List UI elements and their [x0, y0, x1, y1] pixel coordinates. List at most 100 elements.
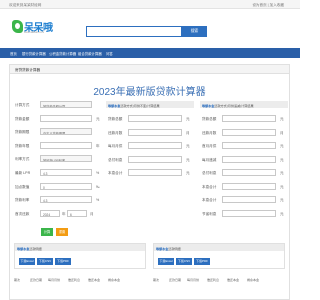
form-input[interactable]: 4.3	[40, 169, 92, 176]
form-label: 首次还款	[15, 212, 30, 216]
result-value-field	[222, 182, 276, 190]
result-unit: 元	[186, 157, 190, 162]
result-unit: 元	[280, 157, 284, 162]
form-unit: 年	[96, 144, 100, 148]
form-label: 计算方式	[15, 103, 30, 107]
download-tab[interactable]: 下载PDF	[55, 258, 71, 265]
logo-icon	[12, 20, 23, 33]
download-tab[interactable]: 下载CSV	[176, 258, 192, 265]
result-row: 还款月数 月	[202, 128, 286, 137]
form-label: 最新 LPR	[15, 171, 31, 175]
result-value-field	[128, 115, 182, 122]
first-payment-month-field[interactable]: 6	[67, 210, 87, 217]
table-header-cell: 期次	[153, 278, 160, 282]
nav-item-qa[interactable]: 问答	[106, 51, 113, 56]
site-logo[interactable]: 呆呆哦 www.daidaio.com	[12, 18, 60, 40]
nav-item-fund-loan[interactable]: 公积金贷款计算器	[49, 51, 76, 56]
panel-title: 房贷贷款计算器	[10, 65, 289, 74]
form-label: 加点数值	[15, 185, 30, 189]
form-select[interactable]: 自定义贷款期限	[40, 128, 92, 135]
form-input[interactable]	[40, 115, 92, 122]
form-unit: 元	[96, 117, 100, 121]
main-nav: 首页 银行贷款计算器 公积金贷款计算器 组合贷款计算器 问答	[0, 48, 300, 58]
form-input[interactable]: 0	[40, 183, 92, 190]
result-label: 还款月数	[202, 130, 217, 135]
download-tab[interactable]: 下载Excel	[158, 258, 174, 265]
equal-installment-result: 等额本息还款方式(月供不变)计算结果 贷款总额元还款月数月每月月供元总付利息元本息…	[106, 101, 194, 213]
month-unit: 月	[90, 212, 94, 216]
result-row: 本息合计 元	[202, 182, 286, 191]
schedule-header: 等额本息还款明细	[15, 244, 145, 251]
form-input[interactable]	[40, 142, 92, 149]
download-tab[interactable]: 下载PDF	[194, 258, 210, 265]
result-value-field	[128, 128, 182, 136]
equal-principal-result: 等额本金还款方式(月供递减)计算结果 贷款总额元还款月数月首月月供元每月递减元总付…	[200, 101, 288, 217]
result-value-field	[222, 169, 276, 176]
top-links[interactable]: 设为首页 | 加入收藏	[252, 3, 284, 8]
download-tab[interactable]: 下载CSV	[37, 258, 53, 265]
result-unit: 元	[280, 144, 284, 148]
table-header-cell: 还款日期	[30, 278, 43, 282]
table-header-cell: 偿还利息	[68, 278, 81, 282]
form-label: 贷款金额	[15, 117, 30, 121]
result-unit: 元	[186, 144, 190, 148]
form-unit: ‰	[96, 185, 100, 189]
search-input[interactable]	[86, 26, 182, 37]
result-label: 还款月数	[108, 130, 123, 135]
result-unit: 月	[280, 130, 284, 135]
result-row: 首月月供 元	[202, 142, 286, 150]
result-label: 贷款总额	[108, 117, 123, 121]
result-value-field	[222, 155, 276, 163]
calculator-panel: 房贷贷款计算器 2023年最新版贷款计算器 计算方式 按贷款金额计算 贷款金额元贷款…	[9, 64, 290, 300]
form-input[interactable]: 4.3	[40, 196, 92, 203]
result-unit: 月	[186, 130, 190, 135]
result-row: 节省利息 元	[202, 209, 286, 218]
result-unit: 元	[280, 171, 284, 175]
result-unit: 元	[280, 198, 284, 202]
welcome-text: 欢迎来到呆呆财经网	[9, 2, 42, 7]
table-header-cell: 偿还本金	[227, 278, 240, 282]
result-row: 本息合计 元	[108, 169, 192, 177]
search-button[interactable]: 搜索	[182, 26, 207, 37]
schedule-desc: 还款明细	[29, 246, 42, 251]
result-row: 本息合计 元	[202, 196, 286, 204]
result-desc: 还款方式(月供递减)计算结果	[214, 103, 254, 108]
nav-item-bank-loan[interactable]: 银行贷款计算器	[22, 51, 46, 56]
table-header-cell: 每月月供	[48, 278, 61, 282]
table-header-cell: 期次	[14, 278, 21, 282]
result-row: 总付利息 元	[202, 169, 286, 177]
result-row: 每月递减 元	[202, 155, 286, 164]
result-unit: 元	[186, 117, 190, 121]
result-value-field	[222, 142, 276, 149]
result-row: 贷款总额 元	[202, 115, 286, 123]
equal-installment-schedule: 等额本息还款明细下载Excel 下载CSV 下载PDF	[14, 243, 146, 269]
nav-item-home[interactable]: 首页	[10, 51, 17, 56]
header: 呆呆哦 www.daidaio.com 搜索	[0, 9, 300, 41]
reset-button[interactable]: 重置	[56, 228, 68, 236]
result-label: 节省利息	[202, 211, 217, 216]
result-label: 总付利息	[202, 171, 217, 175]
table-header-cell: 还款日期	[169, 278, 182, 282]
first-payment-year-field[interactable]: 2024	[40, 210, 60, 217]
download-tab[interactable]: 下载Excel	[19, 258, 35, 265]
result-value-field	[222, 209, 276, 217]
result-label: 本息合计	[202, 198, 217, 202]
result-label: 本息合计	[202, 184, 217, 189]
form-label: 贷款年限	[15, 144, 30, 148]
nav-item-combo-loan[interactable]: 组合贷款计算器	[78, 51, 102, 56]
page-title: 2023年最新版贷款计算器	[93, 87, 206, 98]
result-row: 总付利息 元	[108, 155, 192, 164]
result-label: 每月递减	[202, 157, 217, 162]
table-header-cell: 剩余本金	[247, 278, 260, 282]
result-row: 贷款总额 元	[108, 115, 192, 123]
form-select[interactable]: 按贷款金额计算	[40, 101, 92, 108]
top-bar: 欢迎来到呆呆财经网 设为首页 | 加入收藏	[0, 0, 300, 9]
form-select[interactable]: 按最新LPR利率	[40, 155, 92, 162]
form-label: 利率方式	[15, 157, 30, 161]
result-unit: 元	[280, 184, 284, 189]
result-row: 还款月数 月	[108, 128, 192, 137]
result-method: 等额本金	[202, 103, 215, 108]
calculate-button[interactable]: 计算	[41, 228, 53, 236]
table-header-cell: 每月月供	[187, 278, 200, 282]
result-unit: 元	[280, 117, 284, 121]
